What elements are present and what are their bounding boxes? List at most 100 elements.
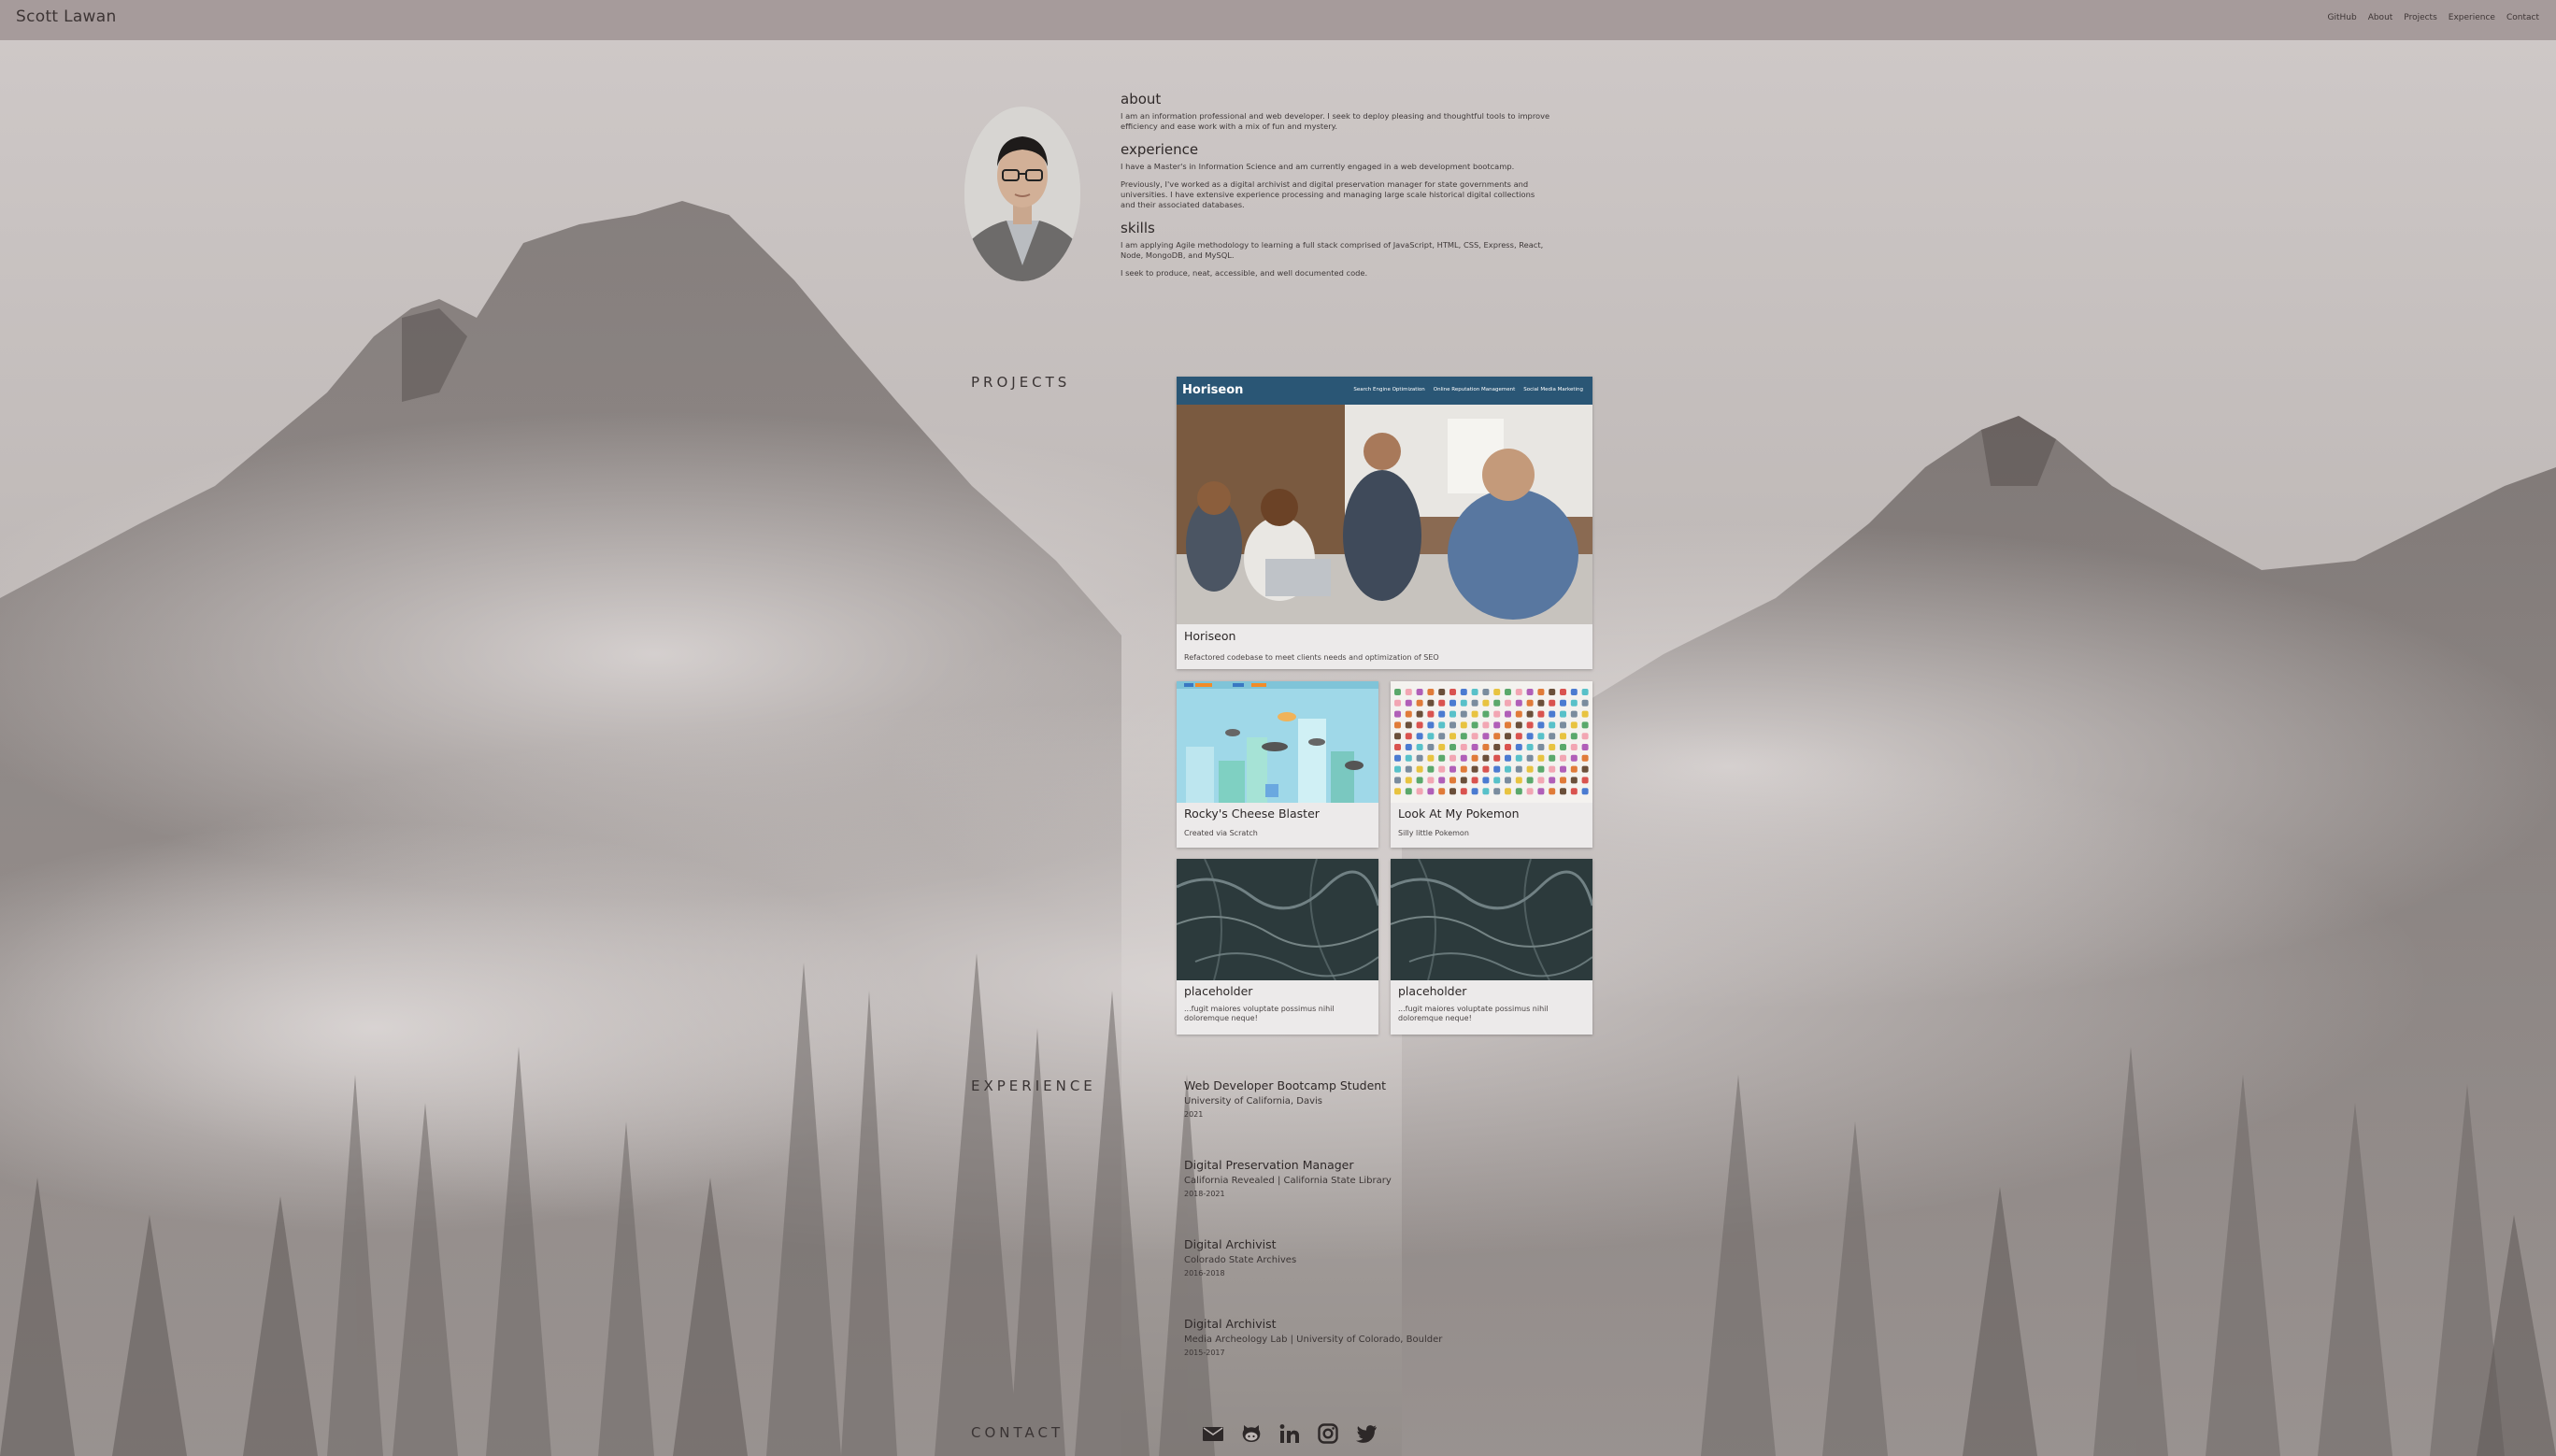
- project-card-placeholder[interactable]: placeholder ...fugit maiores voluptate p…: [1177, 859, 1378, 1035]
- pokemon-sprite: [1505, 699, 1511, 707]
- pokemon-sprite: [1471, 777, 1478, 784]
- pokemon-sprite: [1449, 689, 1456, 695]
- pokemon-sprite: [1515, 765, 1522, 773]
- nav-link-github[interactable]: GitHub: [2327, 13, 2356, 22]
- pokemon-sprite: [1537, 744, 1545, 750]
- experience-role: Web Developer Bootcamp Student: [1184, 1078, 1387, 1092]
- experience-item: Web Developer Bootcamp Student Universit…: [1184, 1078, 1386, 1119]
- pokemon-sprite: [1560, 754, 1566, 762]
- pokemon-sprite: [1537, 710, 1545, 718]
- horiseon-thumb-link: Online Reputation Management: [1433, 387, 1516, 393]
- placeholder-marble-image: [1391, 859, 1592, 980]
- project-title: Horiseon: [1184, 629, 1236, 643]
- pokemon-sprite: [1405, 699, 1412, 707]
- top-navbar: Scott Lawan GitHub About Projects Experi…: [0, 0, 2556, 40]
- pokemon-sprite: [1405, 689, 1412, 695]
- pokemon-sprite: [1449, 699, 1456, 707]
- pokemon-sprite: [1405, 710, 1412, 718]
- nav-link-contact[interactable]: Contact: [2506, 13, 2539, 22]
- twitter-icon[interactable]: [1355, 1422, 1378, 1445]
- pokemon-sprite: [1460, 788, 1467, 795]
- pokemon-sprite: [1427, 744, 1435, 750]
- pokemon-sprite: [1394, 721, 1401, 729]
- skills-text-2: I seek to produce, neat, accessible, and…: [1121, 268, 1368, 278]
- pokemon-sprite: [1482, 689, 1490, 695]
- pokemon-sprite: [1537, 754, 1545, 762]
- pokemon-sprite: [1416, 744, 1423, 750]
- nav-link-experience[interactable]: Experience: [2449, 13, 2495, 22]
- github-icon[interactable]: [1240, 1422, 1263, 1445]
- site-brand[interactable]: Scott Lawan: [16, 7, 117, 26]
- pokemon-sprite: [1560, 744, 1566, 750]
- profile-avatar: [964, 107, 1080, 281]
- skills-heading: skills: [1121, 220, 1155, 236]
- pokemon-sprite: [1482, 754, 1490, 762]
- pokemon-sprite: [1471, 710, 1478, 718]
- pokemon-sprite: [1526, 721, 1534, 729]
- pokemon-sprite: [1570, 777, 1578, 784]
- experience-years: 2016-2018: [1184, 1269, 1225, 1278]
- about-text: I am an information professional and web…: [1121, 111, 1550, 131]
- linkedin-icon[interactable]: [1278, 1422, 1301, 1445]
- pokemon-sprite: [1526, 710, 1534, 718]
- pokemon-sprite: [1427, 765, 1435, 773]
- pokemon-sprite: [1549, 765, 1556, 773]
- pokemon-sprite: [1515, 754, 1522, 762]
- pokemon-sprite: [1427, 777, 1435, 784]
- pokemon-sprite: [1515, 689, 1522, 695]
- experience-item: Digital Archivist Colorado State Archive…: [1184, 1237, 1296, 1278]
- pokemon-sprite: [1438, 689, 1446, 695]
- pokemon-sprite: [1405, 765, 1412, 773]
- pokemon-sprite: [1505, 733, 1511, 740]
- pokemon-sprite: [1505, 689, 1511, 695]
- pokemon-sprite: [1493, 788, 1501, 795]
- project-card-horiseon[interactable]: Horiseon Search Engine Optimization Onli…: [1177, 377, 1592, 669]
- pokemon-sprite: [1581, 699, 1589, 707]
- pokemon-sprite: [1526, 733, 1534, 740]
- pokemon-sprite: [1581, 765, 1589, 773]
- pokemon-sprite: [1549, 788, 1556, 795]
- project-card-rockys-cheese-blaster[interactable]: Rocky's Cheese Blaster Created via Scrat…: [1177, 681, 1378, 848]
- instagram-icon[interactable]: [1317, 1422, 1339, 1445]
- project-card-look-at-my-pokemon[interactable]: Look At My Pokemon Silly little Pokemon: [1391, 681, 1592, 848]
- pokemon-sprite: [1416, 788, 1423, 795]
- pokemon-sprite: [1560, 777, 1566, 784]
- pokemon-sprite: [1560, 721, 1566, 729]
- pokemon-sprite: [1570, 744, 1578, 750]
- pokemon-sprite: [1537, 788, 1545, 795]
- nav-link-about[interactable]: About: [2368, 13, 2393, 22]
- project-card-placeholder[interactable]: placeholder ...fugit maiores voluptate p…: [1391, 859, 1592, 1035]
- projects-heading: PROJECTS: [971, 374, 1071, 391]
- pokemon-sprite: [1449, 765, 1456, 773]
- pokemon-sprite: [1460, 710, 1467, 718]
- pokemon-sprite: [1493, 710, 1501, 718]
- experience-organization: California Revealed | California State L…: [1184, 1176, 1392, 1186]
- pokemon-sprite: [1482, 721, 1490, 729]
- nav-link-projects[interactable]: Projects: [2404, 13, 2436, 22]
- pokemon-sprite: [1460, 754, 1467, 762]
- email-icon[interactable]: [1202, 1422, 1224, 1445]
- pokemon-sprite: [1570, 710, 1578, 718]
- project-description: Silly little Pokemon: [1398, 829, 1469, 837]
- pokemon-sprite: [1581, 689, 1589, 695]
- pokemon-sprite: [1493, 765, 1501, 773]
- pokemon-sprite: [1493, 721, 1501, 729]
- pokemon-sprite: [1438, 788, 1446, 795]
- pokemon-sprite: [1549, 689, 1556, 695]
- pokemon-sprite: [1505, 721, 1511, 729]
- horiseon-thumb-link: Social Media Marketing: [1523, 387, 1583, 393]
- pokemon-sprite: [1515, 777, 1522, 784]
- experience-organization: University of California, Davis: [1184, 1096, 1323, 1106]
- pokemon-sprite: [1449, 777, 1456, 784]
- pokemon-sprite: [1549, 744, 1556, 750]
- pokemon-sprite: [1560, 733, 1566, 740]
- horiseon-thumb-brand: Horiseon: [1182, 383, 1244, 397]
- pokemon-sprite: [1549, 710, 1556, 718]
- pokemon-sprite: [1394, 765, 1401, 773]
- pokemon-grid-screenshot: [1391, 681, 1592, 803]
- pokemon-sprite: [1482, 765, 1490, 773]
- pokemon-sprite: [1471, 699, 1478, 707]
- pokemon-sprite: [1493, 689, 1501, 695]
- pokemon-sprite: [1581, 721, 1589, 729]
- pokemon-sprite: [1482, 710, 1490, 718]
